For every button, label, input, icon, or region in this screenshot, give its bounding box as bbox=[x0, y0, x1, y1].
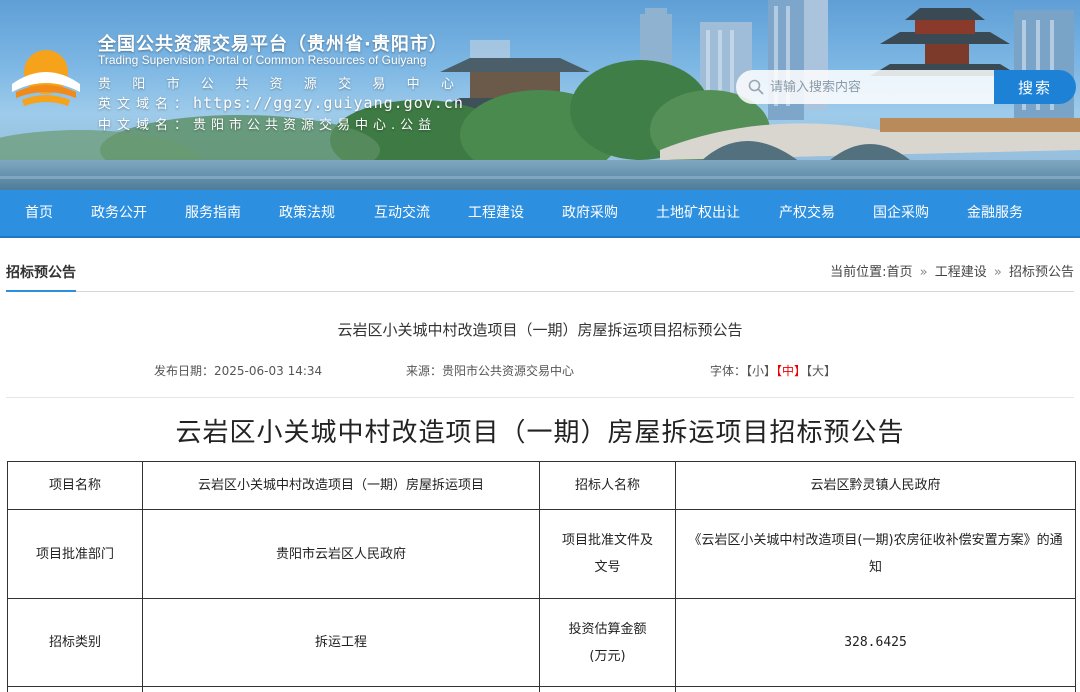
nav-item-interaction[interactable]: 互动交流 bbox=[374, 190, 430, 236]
table-row: 招标类别 拆运工程 投资估算金额(万元) 328.6425 bbox=[7, 598, 1076, 687]
source-value: 贵阳市公共资源交易中心 bbox=[442, 364, 575, 378]
table-cell-label: 项目批准部门 bbox=[7, 509, 143, 599]
breadcrumb: 当前位置:首页 » 工程建设 » 招标预公告 bbox=[830, 261, 1074, 280]
search-icon bbox=[748, 79, 764, 95]
search-input[interactable] bbox=[770, 79, 990, 95]
document-title: 云岩区小关城中村改造项目（一期）房屋拆运项目招标预公告 bbox=[175, 418, 905, 448]
table-cell-label: 项目批准文件及文号 bbox=[539, 509, 676, 599]
font-size-large-button[interactable]: 【大】 bbox=[806, 364, 836, 378]
publish-date: 发布日期：2025-06-03 14:34 bbox=[154, 362, 322, 379]
chinese-domain-link[interactable]: 贵阳市公共资源交易中心.公益 bbox=[193, 118, 436, 133]
center-name-char: 易 bbox=[372, 77, 386, 92]
nav-item-service-guide[interactable]: 服务指南 bbox=[185, 190, 241, 236]
center-name-char: 阳 bbox=[132, 77, 146, 92]
table-row bbox=[7, 686, 1076, 692]
table-cell-label: 投资估算金额(万元) bbox=[539, 598, 676, 687]
nav-item-government-affairs[interactable]: 政务公开 bbox=[91, 190, 147, 236]
center-name-char: 市 bbox=[166, 77, 180, 92]
breadcrumb-engineering[interactable]: 工程建设 bbox=[935, 265, 987, 280]
center-name: 贵 阳 市 公 共 资 源 交 易 中 心 bbox=[98, 73, 454, 92]
table-cell-value: 云岩区黔灵镇人民政府 bbox=[675, 461, 1076, 510]
font-size-medium-button[interactable]: 【中】 bbox=[776, 364, 806, 378]
english-domain-label: 英文域名： bbox=[98, 97, 194, 112]
source-label: 来源： bbox=[406, 364, 443, 378]
nav-item-home[interactable]: 首页 bbox=[25, 190, 53, 236]
breadcrumb-current[interactable]: 招标预公告 bbox=[1009, 265, 1074, 280]
center-name-char: 中 bbox=[406, 77, 420, 92]
site-logo-icon[interactable] bbox=[8, 40, 84, 116]
publish-date-label: 发布日期： bbox=[154, 364, 215, 378]
nav-item-engineering[interactable]: 工程建设 bbox=[468, 190, 524, 236]
table-cell-label: 项目名称 bbox=[7, 461, 143, 510]
table-cell-label bbox=[7, 686, 143, 692]
main-nav: 首页 政务公开 服务指南 政策法规 互动交流 工程建设 政府采购 土地矿权出让 … bbox=[0, 190, 1080, 238]
center-name-char: 贵 bbox=[98, 77, 112, 92]
table-row: 项目批准部门 贵阳市云岩区人民政府 项目批准文件及文号 《云岩区小关城中村改造项… bbox=[7, 509, 1076, 599]
table-cell-label: 招标人名称 bbox=[539, 461, 676, 510]
header-divider bbox=[6, 397, 1074, 398]
nav-item-land-mining[interactable]: 土地矿权出让 bbox=[656, 190, 740, 236]
header-banner: 全国公共资源交易平台（贵州省·贵阳市） Trading Supervision … bbox=[0, 0, 1080, 190]
breadcrumb-prefix: 当前位置: bbox=[830, 265, 887, 280]
table-cell-value: 拆运工程 bbox=[142, 598, 540, 687]
center-name-char: 公 bbox=[200, 77, 214, 92]
chinese-domain-label: 中文域名： bbox=[98, 118, 194, 133]
table-cell-label bbox=[539, 686, 676, 692]
center-name-char: 源 bbox=[303, 77, 317, 92]
table-cell-value: 328.6425 bbox=[675, 598, 1076, 687]
english-domain: 英文域名：https://ggzy.guiyang.gov.cn bbox=[98, 93, 464, 112]
nav-item-government-procurement[interactable]: 政府采购 bbox=[562, 190, 618, 236]
nav-item-policies[interactable]: 政策法规 bbox=[279, 190, 335, 236]
chinese-domain: 中文域名：贵阳市公共资源交易中心.公益 bbox=[98, 114, 436, 133]
table-row: 项目名称 云岩区小关城中村改造项目（一期）房屋拆运项目 招标人名称 云岩区黔灵镇… bbox=[7, 461, 1076, 510]
center-name-char: 共 bbox=[235, 77, 249, 92]
table-cell-value: 《云岩区小关城中村改造项目(一期)农房征收补偿安置方案》的通知 bbox=[675, 509, 1076, 599]
font-size-small-button[interactable]: 【小】 bbox=[746, 364, 776, 378]
nav-item-financial-services[interactable]: 金融服务 bbox=[967, 190, 1023, 236]
section-title: 招标预公告 bbox=[6, 265, 76, 281]
nav-item-soe-procurement[interactable]: 国企采购 bbox=[873, 190, 929, 236]
font-size-label: 字体： bbox=[710, 364, 747, 378]
search-button[interactable]: 搜索 bbox=[994, 70, 1076, 104]
center-name-char: 资 bbox=[269, 77, 283, 92]
table-cell-value: 云岩区小关城中村改造项目（一期）房屋拆运项目 bbox=[142, 461, 540, 510]
table-cell-value bbox=[675, 686, 1076, 692]
article-source: 来源：贵阳市公共资源交易中心 bbox=[406, 362, 574, 379]
font-size-switcher: 字体：【小】【中】【大】 bbox=[710, 362, 836, 379]
section-title-underline bbox=[6, 290, 76, 292]
english-domain-link[interactable]: https://ggzy.guiyang.gov.cn bbox=[193, 94, 464, 112]
breadcrumb-separator: » bbox=[919, 265, 928, 280]
breadcrumb-separator: » bbox=[993, 265, 1002, 280]
project-info-table: 项目名称 云岩区小关城中村改造项目（一期）房屋拆运项目 招标人名称 云岩区黔灵镇… bbox=[7, 461, 1076, 692]
section-bar: 招标预公告 当前位置:首页 » 工程建设 » 招标预公告 bbox=[6, 252, 1074, 292]
table-cell-value: 贵阳市云岩区人民政府 bbox=[142, 509, 540, 599]
center-name-char: 交 bbox=[338, 77, 352, 92]
search-box bbox=[736, 70, 998, 104]
breadcrumb-home[interactable]: 首页 bbox=[886, 265, 912, 280]
article-title: 云岩区小关城中村改造项目（一期）房屋拆运项目招标预公告 bbox=[337, 321, 743, 339]
table-cell-value bbox=[142, 686, 540, 692]
platform-title-english: Trading Supervision Portal of Common Res… bbox=[98, 53, 427, 67]
publish-date-value: 2025-06-03 14:34 bbox=[214, 364, 323, 378]
table-cell-label: 招标类别 bbox=[7, 598, 143, 687]
center-name-char: 心 bbox=[440, 77, 454, 92]
nav-item-property-rights[interactable]: 产权交易 bbox=[779, 190, 835, 236]
